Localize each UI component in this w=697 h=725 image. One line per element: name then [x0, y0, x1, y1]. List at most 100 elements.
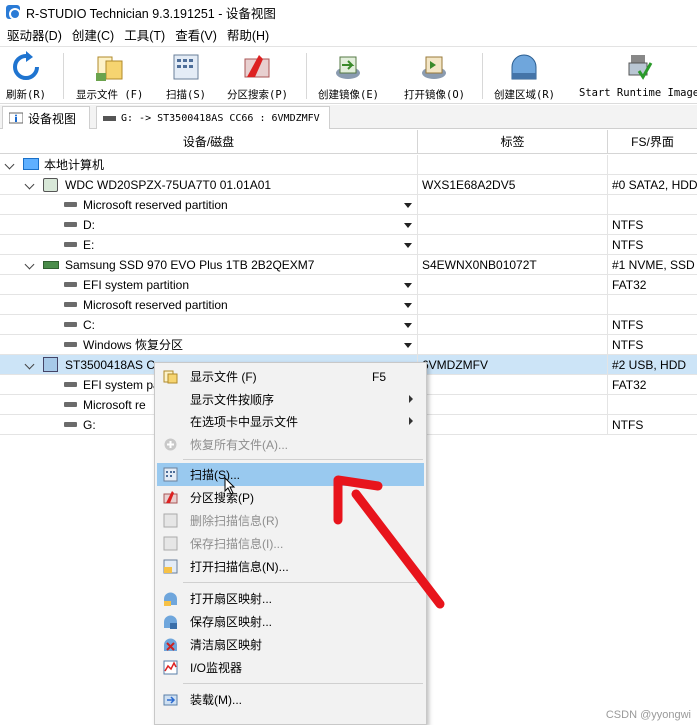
partition-icon: [64, 422, 77, 427]
dropdown-icon[interactable]: [404, 323, 412, 328]
scan-button[interactable]: 扫描(S): [166, 51, 206, 103]
menu-show-files-order[interactable]: 显示文件按顺序: [157, 388, 424, 411]
menu-show-in-tab[interactable]: 在选项卡中显示文件: [157, 410, 424, 433]
menu-bar: 驱动器(D) 创建(C) 工具(T) 查看(V) 帮助(H): [0, 24, 697, 44]
menu-show-files[interactable]: 显示文件 (F) F5: [157, 365, 424, 388]
partition-search-button[interactable]: 分区搜索(P): [227, 51, 288, 103]
menu-partition-search[interactable]: 分区搜索(P): [157, 486, 424, 509]
menu-shortcut: F5: [372, 369, 387, 384]
tree-row-disk[interactable]: Samsung SSD 970 EVO Plus 1TB 2B2QEXM7 S4…: [0, 255, 697, 275]
menu-mount[interactable]: 装载(M)...: [157, 688, 424, 711]
dropdown-icon[interactable]: [404, 243, 412, 248]
mouse-cursor-icon: [224, 477, 236, 495]
partition-icon: [64, 302, 77, 307]
menu-help[interactable]: 帮助(H): [222, 25, 274, 44]
partition-search-icon: [163, 490, 178, 505]
submenu-arrow-icon: [409, 417, 413, 425]
submenu-arrow-icon: [409, 395, 413, 403]
open-image-button[interactable]: 打开镜像(O): [404, 51, 465, 103]
tree-label: Microsoft reserved partition: [83, 298, 228, 312]
mount-icon: [163, 692, 178, 707]
menu-delete-scan[interactable]: 删除扫描信息(R): [157, 509, 424, 532]
tree-row-partition[interactable]: Windows 恢复分区 NTFS: [0, 335, 697, 355]
show-files-label: 显示文件 (F): [76, 89, 144, 101]
column-header: 设备/磁盘 标签 FS/界面: [0, 130, 697, 154]
menu-recover-all[interactable]: 恢复所有文件(A)...: [157, 433, 424, 456]
chevron-down-icon[interactable]: [24, 179, 35, 190]
fs-cell: NTFS: [612, 218, 644, 232]
tree-row-partition[interactable]: EFI system partition FAT32: [0, 275, 697, 295]
title-bar: R-STUDIO Technician 9.3.191251 - 设备视图: [0, 0, 697, 24]
tree-row-partition[interactable]: C: NTFS: [0, 315, 697, 335]
menu-io-monitor[interactable]: I/O监视器: [157, 656, 424, 679]
create-region-button[interactable]: 创建区域(R): [494, 51, 555, 103]
tree-label: Microsoft re: [83, 398, 146, 412]
menu-label: 恢复所有文件(A)...: [190, 438, 288, 452]
dropdown-icon[interactable]: [404, 343, 412, 348]
menu-scan[interactable]: 扫描(S)...: [157, 463, 424, 486]
menu-view[interactable]: 查看(V): [170, 25, 222, 44]
tree-label: C:: [83, 318, 95, 332]
context-menu: 显示文件 (F) F5 显示文件按顺序 在选项卡中显示文件 恢复所有文件(A).…: [154, 362, 427, 725]
menu-label: 显示文件按顺序: [190, 393, 275, 407]
io-monitor-icon: [163, 660, 178, 675]
show-files-icon: [163, 369, 178, 384]
menu-open-scan[interactable]: 打开扫描信息(N)...: [157, 555, 424, 578]
computer-icon: [23, 158, 39, 170]
tree-row-disk[interactable]: WDC WD20SPZX-75UA7T0 01.01A01 WXS1E68A2D…: [0, 175, 697, 195]
dropdown-icon[interactable]: [404, 223, 412, 228]
tree-label: EFI system partition: [83, 278, 190, 292]
menu-save-scan[interactable]: 保存扫描信息(I)...: [157, 532, 424, 555]
tree-row-partition[interactable]: E: NTFS: [0, 235, 697, 255]
create-region-label: 创建区域(R): [494, 89, 555, 101]
open-image-label: 打开镜像(O): [404, 89, 465, 101]
menu-create[interactable]: 创建(C): [67, 25, 119, 44]
open-image-icon: [418, 51, 450, 83]
tree-row-partition[interactable]: D: NTFS: [0, 215, 697, 235]
fs-cell: #0 SATA2, HDD: [612, 178, 697, 192]
column-fs[interactable]: FS/界面: [608, 130, 697, 154]
fs-cell: FAT32: [612, 378, 647, 392]
tree-row-local-computer[interactable]: 本地计算机: [0, 155, 697, 175]
menu-save-sector-map[interactable]: 保存扇区映射...: [157, 610, 424, 633]
dropdown-icon[interactable]: [404, 303, 412, 308]
partition-icon: [64, 222, 77, 227]
start-runtime-image-label: Start Runtime Image: [579, 87, 697, 99]
dropdown-icon[interactable]: [404, 203, 412, 208]
chevron-down-icon[interactable]: [24, 259, 35, 270]
menu-drive[interactable]: 驱动器(D): [2, 25, 67, 44]
create-region-icon: [508, 51, 540, 83]
menu-label: I/O监视器: [190, 661, 243, 675]
start-runtime-image-button[interactable]: Start Runtime Image: [579, 51, 697, 103]
menu-label: 打开扇区映射...: [190, 592, 273, 606]
dropdown-icon[interactable]: [404, 283, 412, 288]
menu-clear-sector-map[interactable]: 清洁扇区映射: [157, 633, 424, 656]
fs-cell: NTFS: [612, 338, 644, 352]
column-label[interactable]: 标签: [418, 130, 608, 154]
tree-label: G:: [83, 418, 96, 432]
fs-cell: NTFS: [612, 418, 644, 432]
chevron-down-icon[interactable]: [4, 159, 15, 170]
refresh-icon: [10, 51, 42, 83]
tree-row-partition[interactable]: Microsoft reserved partition: [0, 195, 697, 215]
column-device[interactable]: 设备/磁盘: [0, 130, 418, 154]
tree-label: 本地计算机: [44, 158, 105, 172]
partition-search-label: 分区搜索(P): [227, 89, 288, 101]
create-image-icon: [332, 51, 364, 83]
menu-tools[interactable]: 工具(T): [119, 25, 170, 44]
tab-drive[interactable]: G: -> ST3500418AS CC66 : 6VMDZMFV: [96, 106, 330, 129]
chevron-down-icon[interactable]: [24, 359, 35, 370]
create-image-button[interactable]: 创建镜像(E): [318, 51, 379, 103]
fs-cell: [608, 195, 697, 215]
menu-open-sector-map[interactable]: 打开扇区映射...: [157, 587, 424, 610]
clear-sector-map-icon: [163, 637, 178, 652]
disk-label-cell: 6VMDZMFV: [418, 355, 608, 375]
tab-device-view[interactable]: 设备视图: [2, 106, 90, 129]
tree-row-partition[interactable]: Microsoft reserved partition: [0, 295, 697, 315]
menu-label: 打开扫描信息(N)...: [190, 560, 289, 574]
tree-label: Samsung SSD 970 EVO Plus 1TB 2B2QEXM7: [65, 258, 315, 272]
tree-label: ST3500418AS C: [65, 358, 156, 372]
refresh-button[interactable]: 刷新(R): [6, 51, 46, 103]
show-files-button[interactable]: 显示文件 (F): [76, 51, 143, 103]
menu-label: 保存扇区映射...: [190, 615, 273, 629]
